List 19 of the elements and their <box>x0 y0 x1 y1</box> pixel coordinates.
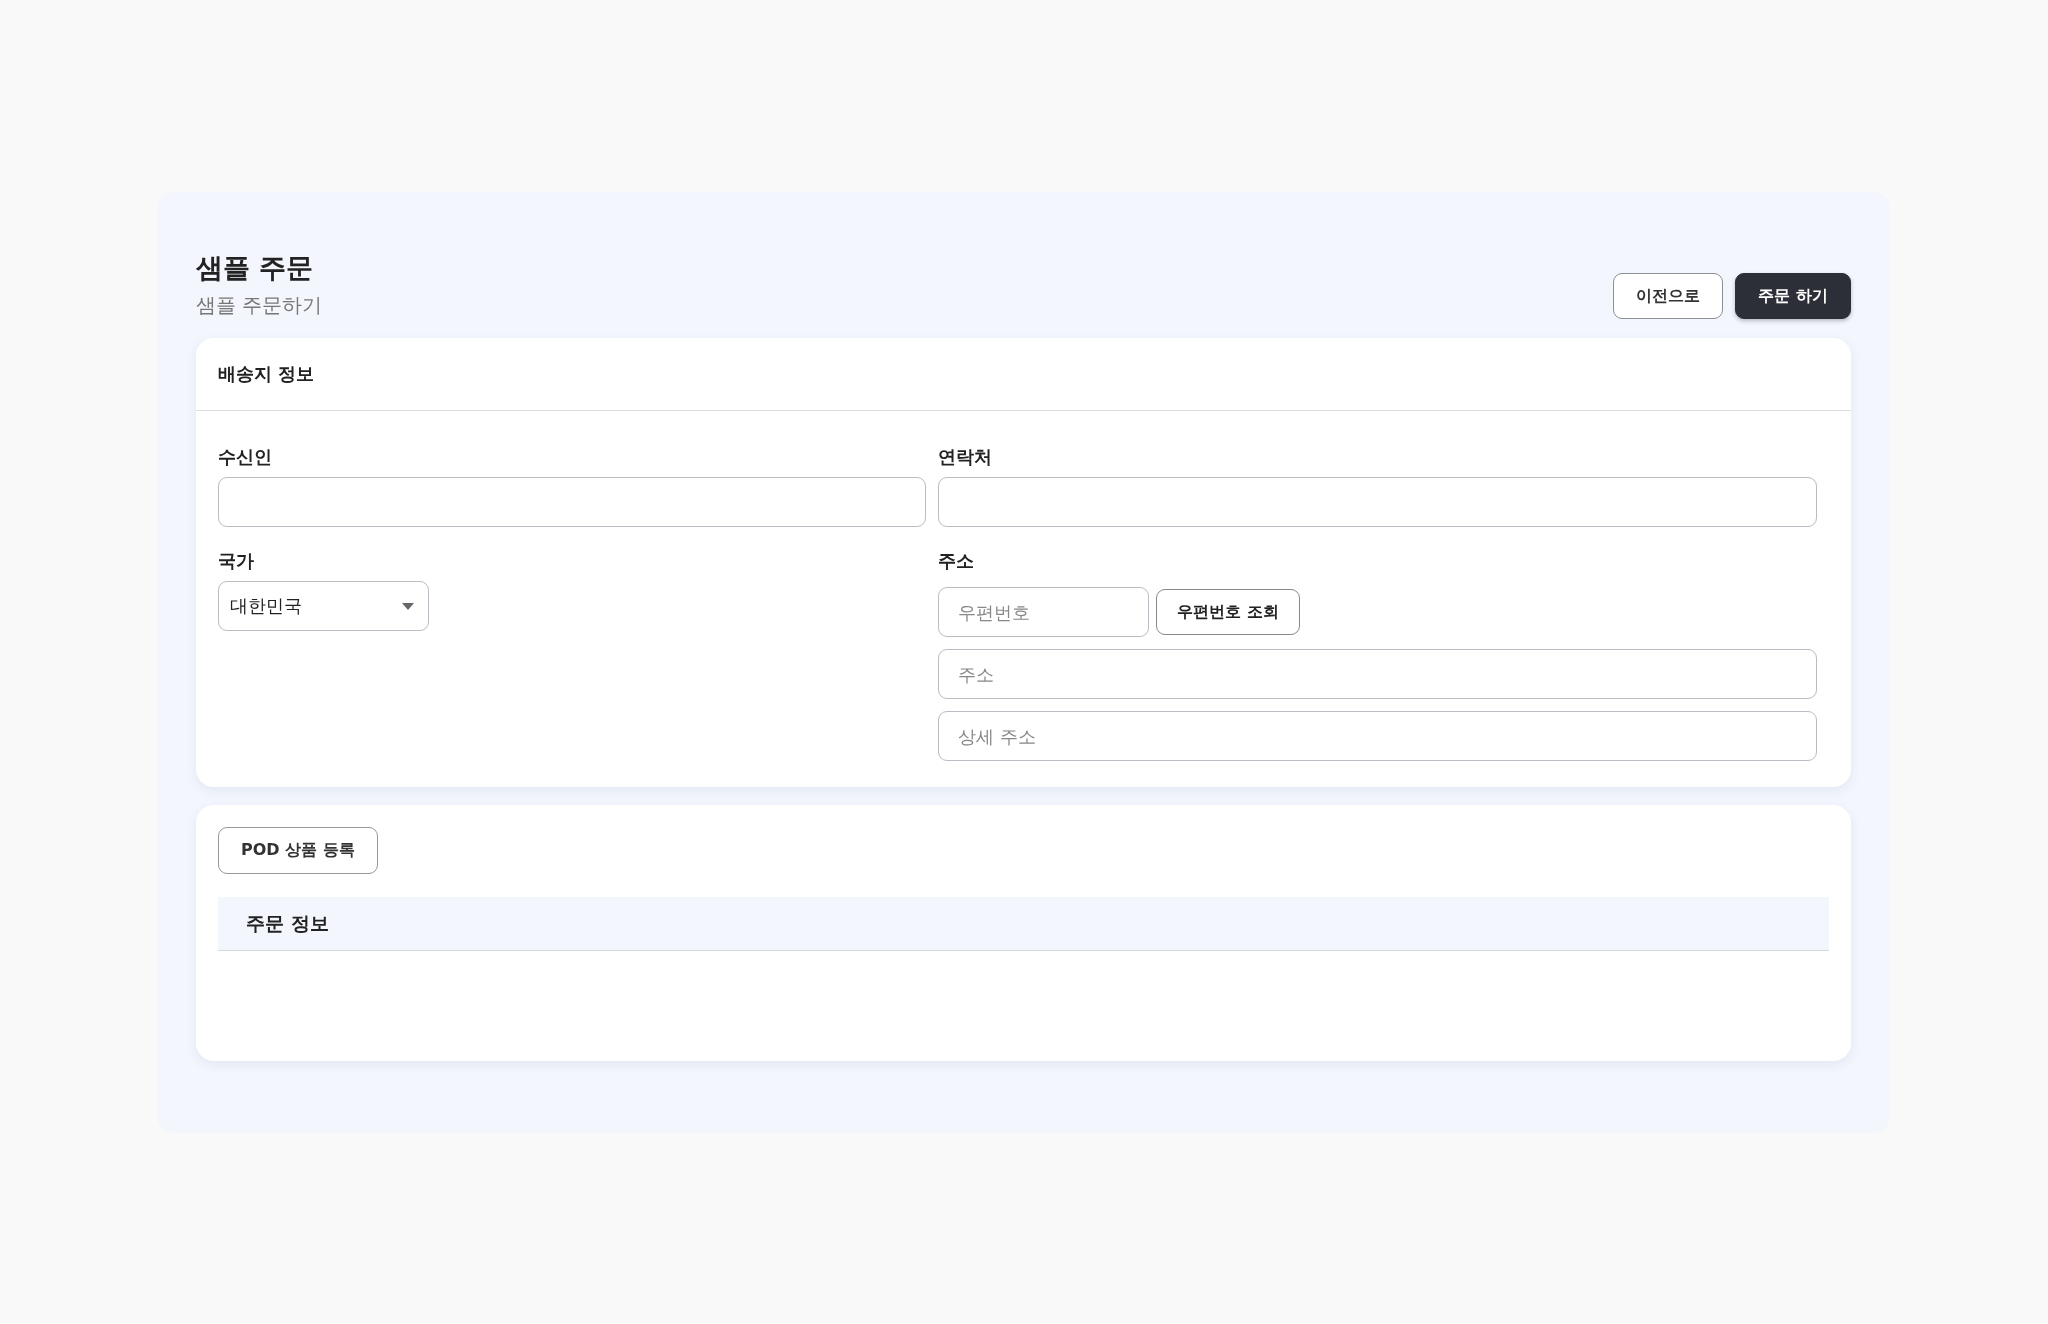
pod-register-button[interactable]: POD 상품 등록 <box>218 827 378 874</box>
text-field[interactable] <box>218 477 926 527</box>
back-button[interactable]: 이전으로 <box>1613 273 1724 319</box>
field-label: 연락처 <box>938 445 993 469</box>
card-title: 배송지 정보 <box>218 362 315 386</box>
zip-lookup-button[interactable]: 우편번호 조회 <box>1156 589 1300 635</box>
country-select[interactable]: 대한민국 <box>218 581 429 631</box>
caret-icon <box>402 602 414 610</box>
page-title: 샘플 주문 <box>196 251 315 285</box>
detail-address-field[interactable]: 상세 주소 <box>938 711 1817 761</box>
field-label: 국가 <box>218 549 255 573</box>
field-label: 수신인 <box>218 445 273 469</box>
zip-code-field[interactable]: 우편번호 <box>938 587 1149 637</box>
field-label: 주소 <box>938 549 975 573</box>
text-field[interactable] <box>938 477 1817 527</box>
submit-order-button[interactable]: 주문 하기 <box>1735 273 1851 319</box>
column-header: 주문 정보 <box>245 910 330 936</box>
page-subtitle: 샘플 주문하기 <box>196 292 323 319</box>
address-field[interactable]: 주소 <box>938 649 1817 699</box>
